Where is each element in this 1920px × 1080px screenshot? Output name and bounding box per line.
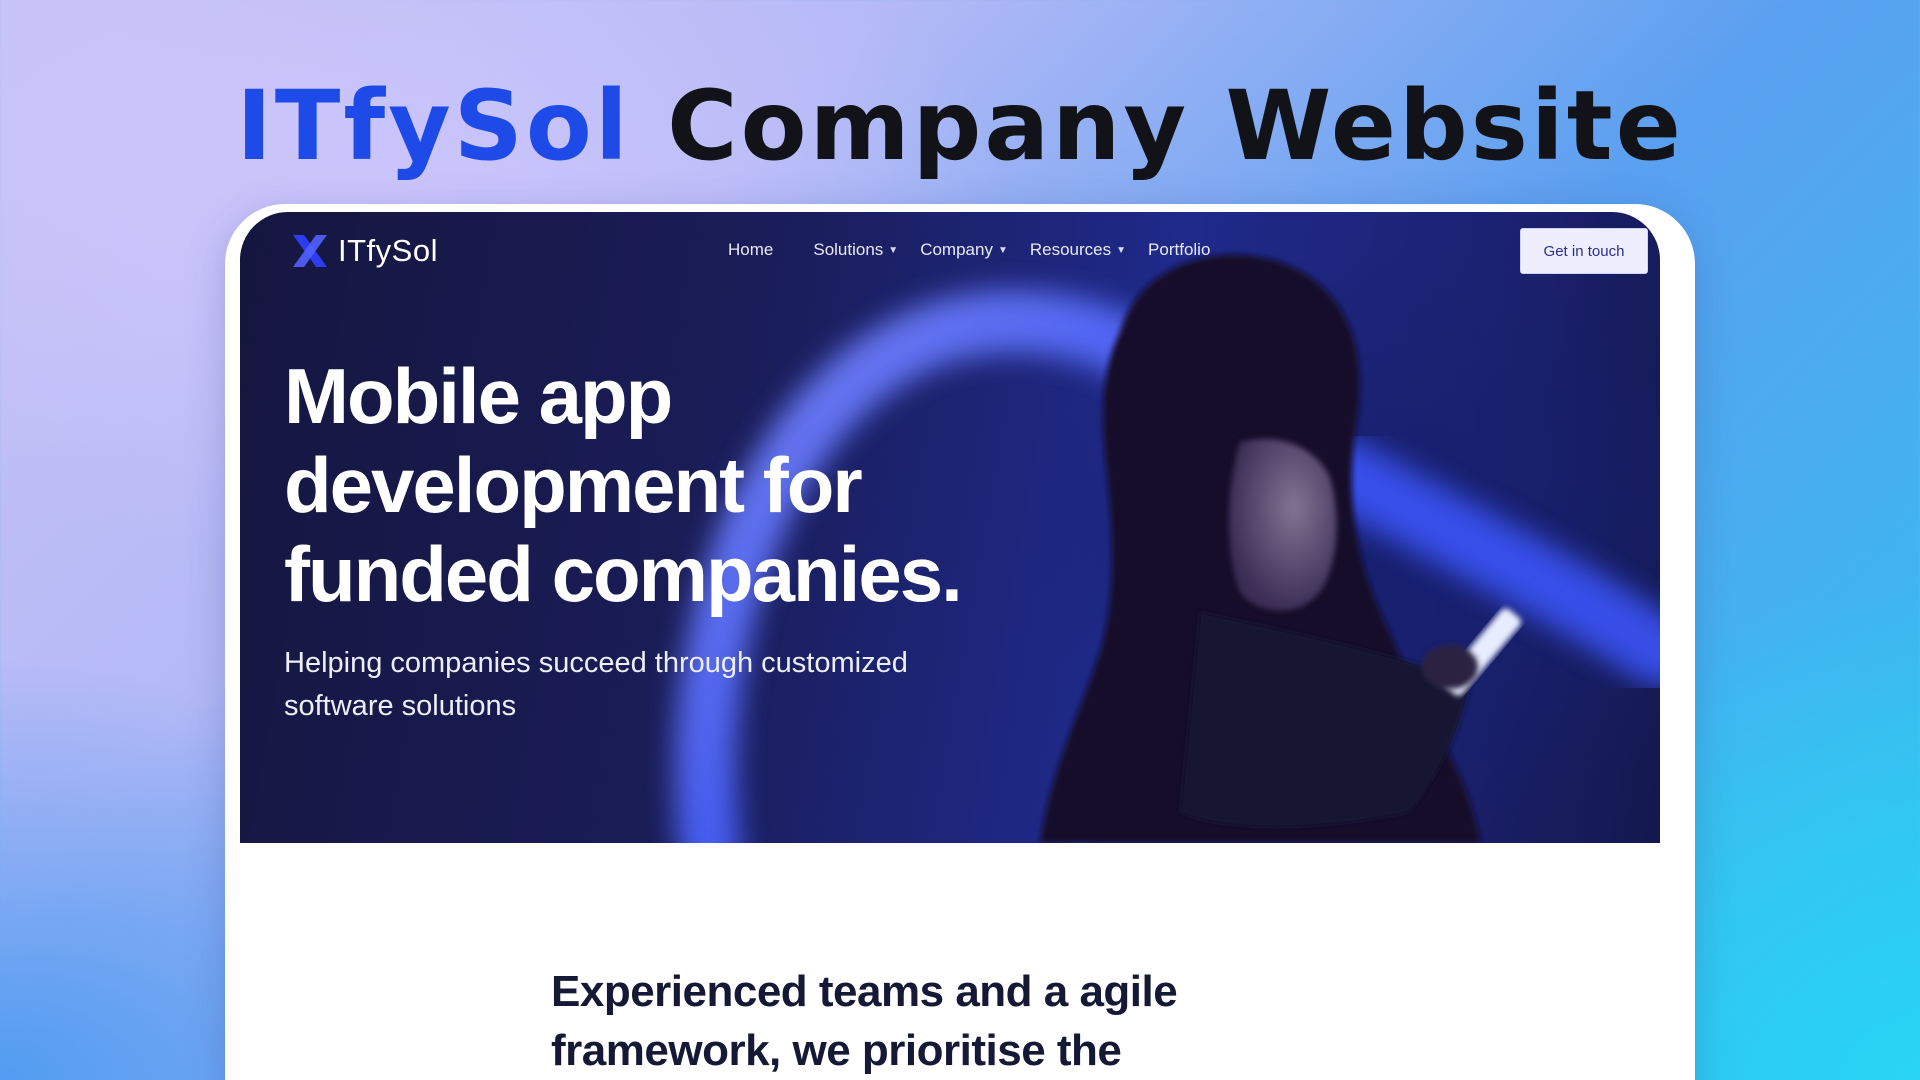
chevron-down-icon: ▼ [997,244,1008,256]
nav-item-company[interactable]: Company ▼ [920,240,1008,260]
device-frame: ITfySol Home Solutions ▼ Company ▼ Resourc… [225,204,1695,1080]
logo-x-icon [293,235,327,267]
nav-item-label: Resources [1029,240,1112,259]
hero-section: ITfySol Home Solutions ▼ Company ▼ Resourc… [240,212,1660,843]
banner-title: ITfySol Company Website [0,70,1920,182]
nav-item-resources[interactable]: Resources ▼ [1030,240,1126,260]
nav-item-label: Solutions [813,240,884,259]
nav-item-home[interactable]: Home [728,240,773,260]
nav-item-portfolio[interactable]: Portfolio [1148,240,1210,260]
chevron-down-icon: ▼ [888,244,899,256]
hero-subheading: Helping companies succeed through custom… [284,647,908,722]
site-logo[interactable]: ITfySol [290,232,438,270]
site-navbar: ITfySol Home Solutions ▼ Company ▼ Resourc… [240,212,1660,282]
hero-heading: Mobile app development for funded compan… [284,352,963,618]
nav-item-label: Portfolio [1148,240,1211,259]
banner-brand: ITfySol [236,70,631,182]
nav-item-solutions[interactable]: Solutions ▼ [813,240,898,260]
banner-title-rest: Company Website [667,70,1684,182]
section-heading: Experienced teams and a agile framework,… [551,967,1178,1075]
main-menu: Home Solutions ▼ Company ▼ Resources ▼ Port… [728,240,1210,260]
chevron-down-icon: ▼ [1116,244,1127,256]
nav-item-label: Home [728,240,774,259]
get-in-touch-button[interactable]: Get in touch [1520,228,1648,274]
nav-item-label: Company [920,240,993,259]
logo-text: ITfySol [338,233,438,268]
